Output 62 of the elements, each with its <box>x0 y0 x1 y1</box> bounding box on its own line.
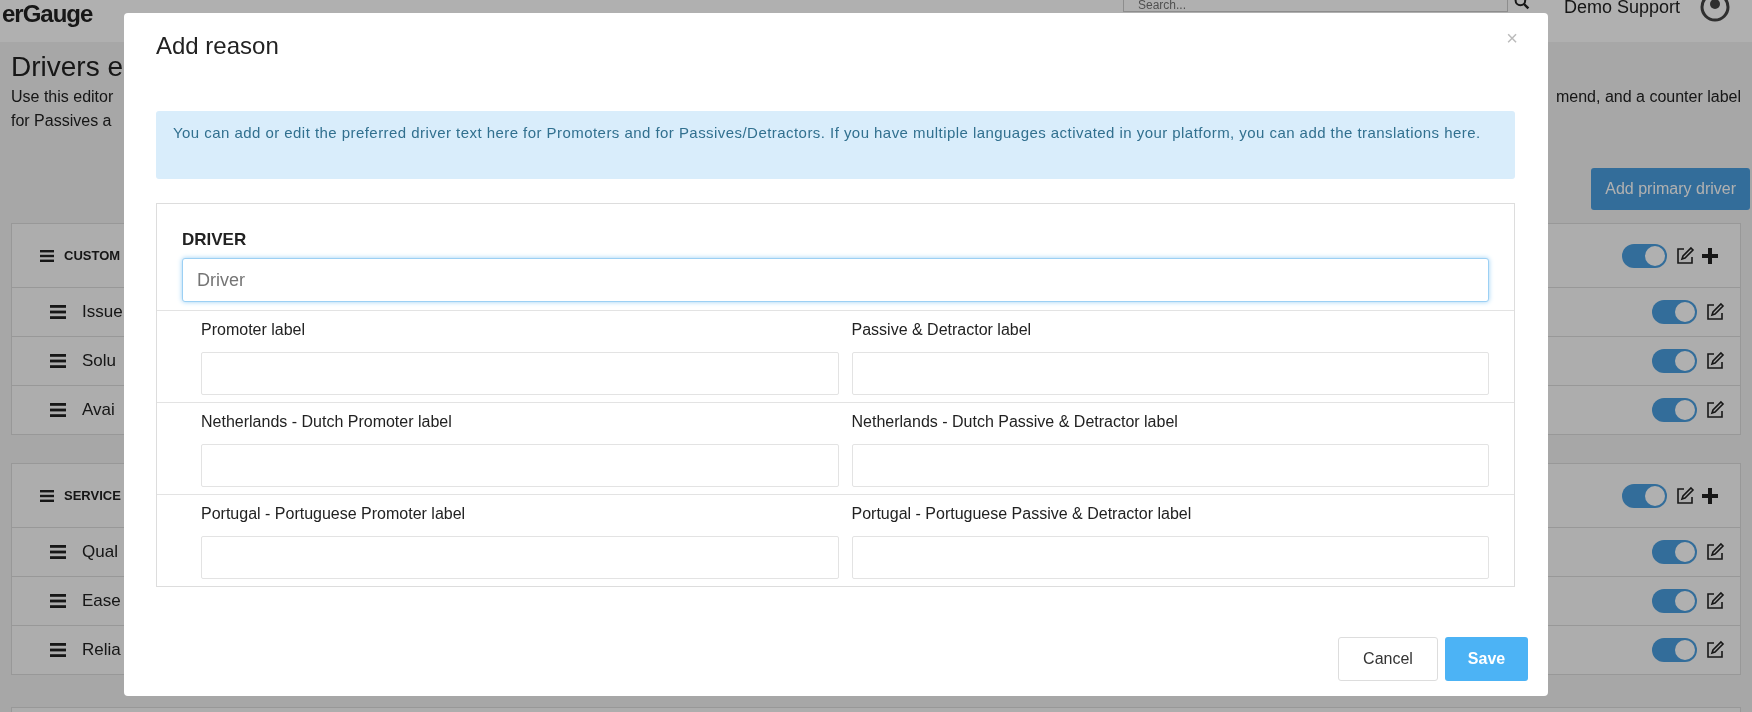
edit-icon[interactable] <box>1705 351 1725 371</box>
modal-title: Add reason <box>156 32 280 60</box>
driver-name: Solu <box>82 351 117 371</box>
field-label: Portugal - Portuguese Promoter label <box>201 504 467 524</box>
driver-name: Relia <box>82 640 121 660</box>
search-field[interactable]: Search... <box>1123 0 1508 12</box>
driver-name: Ease <box>82 591 121 611</box>
edit-icon[interactable] <box>1675 485 1695 506</box>
driver-name: Avai <box>82 400 115 420</box>
drag-handle-icon[interactable] <box>50 594 66 608</box>
plus-icon[interactable] <box>1702 247 1718 264</box>
input-field[interactable] <box>201 536 839 579</box>
drag-handle-icon[interactable] <box>50 305 66 319</box>
add-primary-driver-button[interactable]: Add primary driver <box>1591 168 1750 210</box>
field-label: Netherlands - Dutch Passive & Detractor label <box>851 412 1179 432</box>
description-text: for Passives a <box>11 111 112 131</box>
field-label: Portugal - Portuguese Passive & Detractor label <box>851 504 1193 524</box>
toggle-switch[interactable] <box>1652 349 1697 373</box>
description-text: mend, and a counter label <box>1556 87 1741 107</box>
edit-icon[interactable] <box>1705 542 1725 562</box>
input-field[interactable] <box>851 536 1489 579</box>
toggle-switch[interactable] <box>1652 300 1697 324</box>
toggle-switch[interactable] <box>1652 638 1697 662</box>
edit-icon[interactable] <box>1705 591 1725 611</box>
drag-handle-icon[interactable] <box>50 545 66 559</box>
save-button[interactable]: Save <box>1445 637 1528 681</box>
edit-icon[interactable] <box>1675 245 1695 266</box>
drag-handle-icon[interactable] <box>50 354 66 368</box>
group-name: CUSTOM <box>64 248 121 263</box>
group-name: SERVICE <box>64 488 121 503</box>
toggle-switch[interactable] <box>1622 483 1667 508</box>
avatar-icon[interactable] <box>1700 0 1731 22</box>
toggle-switch[interactable] <box>1622 243 1667 268</box>
info-message: You can add or edit the preferred driver text here for Promoters and for Passives/Detractors. If you have multiple languages activated in your platform, you can add the translations here. <box>156 111 1515 179</box>
input-field[interactable] <box>201 352 839 395</box>
driver-label: DRIVER <box>182 229 248 251</box>
drag-handle-icon[interactable] <box>50 643 66 657</box>
driver-name: Issue <box>82 302 123 322</box>
user-name[interactable]: Demo Support <box>1564 0 1681 18</box>
close-button[interactable]: × <box>1506 26 1518 50</box>
toggle-switch[interactable] <box>1652 589 1697 613</box>
driver-input[interactable]: Driver <box>182 258 1489 302</box>
field-label: Netherlands - Dutch Promoter label <box>201 412 453 432</box>
cancel-button[interactable]: Cancel <box>1338 637 1438 681</box>
edit-icon[interactable] <box>1705 400 1725 420</box>
field-label: Passive & Detractor label <box>851 320 1033 340</box>
input-field[interactable] <box>201 444 839 487</box>
input-field[interactable] <box>851 352 1489 395</box>
edit-icon[interactable] <box>1705 640 1725 660</box>
page-title: Drivers e <box>11 50 124 84</box>
edit-icon[interactable] <box>1705 302 1725 322</box>
field-label: Promoter label <box>201 320 307 340</box>
toggle-switch[interactable] <box>1652 398 1697 422</box>
drag-handle-icon[interactable] <box>40 249 54 262</box>
drag-handle-icon[interactable] <box>40 489 54 502</box>
drag-handle-icon[interactable] <box>50 403 66 417</box>
plus-icon[interactable] <box>1702 487 1718 504</box>
input-field[interactable] <box>851 444 1489 487</box>
driver-name: Qual <box>82 542 118 562</box>
description-text: Use this editor <box>11 87 114 107</box>
toggle-switch[interactable] <box>1652 540 1697 564</box>
logo-text: erGauge <box>2 0 94 28</box>
